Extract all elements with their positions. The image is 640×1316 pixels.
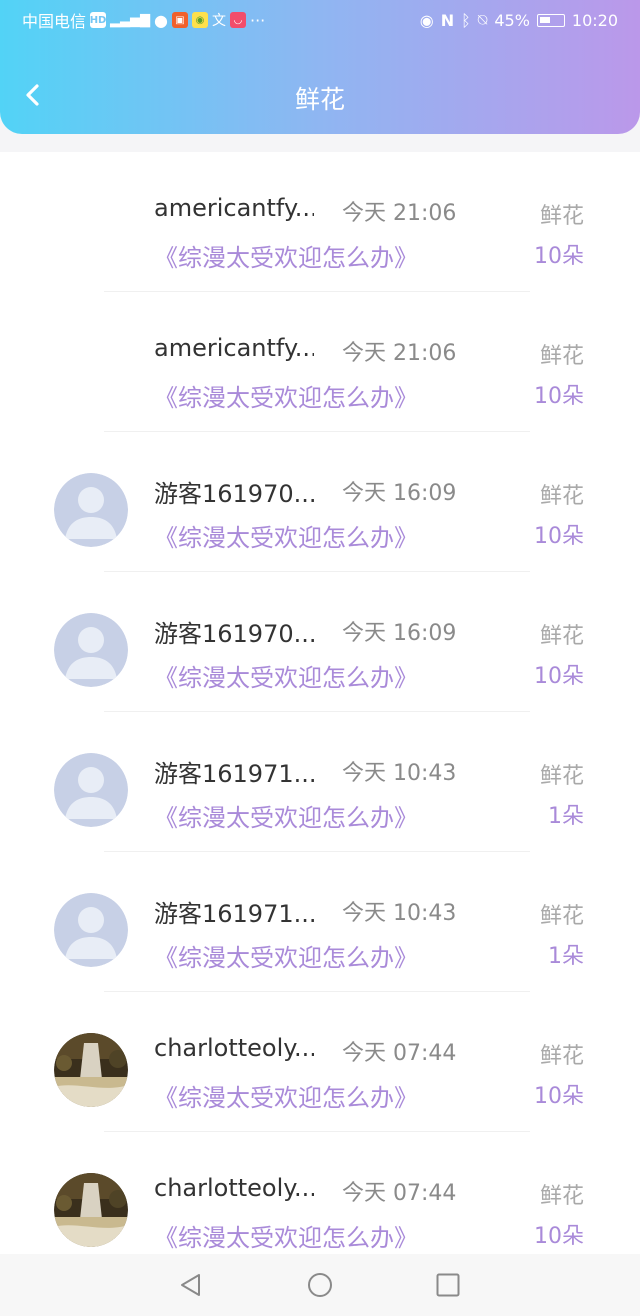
gift-count: 1朵	[548, 804, 584, 829]
user-name[interactable]: 游客161970...	[154, 614, 314, 649]
gift-count: 10朵	[534, 524, 584, 549]
timestamp: 今天 10:43	[342, 761, 457, 786]
timestamp: 今天 10:43	[342, 901, 457, 926]
novel-title[interactable]: 《综漫太受欢迎怎么办》	[154, 238, 418, 273]
novel-title[interactable]: 《综漫太受欢迎怎么办》	[154, 378, 418, 413]
novel-title[interactable]: 《综漫太受欢迎怎么办》	[154, 1078, 418, 1113]
app-notify-icon: ▣	[171, 12, 188, 28]
battery-percent: 45%	[494, 10, 530, 30]
gift-count: 10朵	[534, 244, 584, 269]
timestamp: 今天 07:44	[342, 1181, 457, 1206]
list-item[interactable]: americantfy... 今天 21:06 《综漫太受欢迎怎么办》 鲜花 10朵	[0, 152, 640, 292]
gift-count: 10朵	[534, 664, 584, 689]
clock: 10:20	[571, 10, 618, 30]
list-item[interactable]: charlotteoly... 今天 07:44 《综漫太受欢迎怎么办》 鲜花 10朵	[0, 992, 640, 1132]
translate-icon: 文	[211, 13, 226, 29]
user-name[interactable]: americantfy...	[154, 194, 314, 222]
nav-home-icon[interactable]	[307, 1272, 333, 1298]
novel-title[interactable]: 《综漫太受欢迎怎么办》	[154, 938, 418, 973]
mute-bell-icon: ⍉	[477, 10, 488, 29]
novel-title[interactable]: 《综漫太受欢迎怎么办》	[154, 518, 418, 553]
app-header: 中国电信 HD ▂▃▅▇ ● ▣ ◉ 文 ◡ ··· ◉ N ᛒ ⍉ 45% 1…	[0, 0, 640, 134]
avatar[interactable]	[54, 1033, 128, 1107]
status-bar: 中国电信 HD ▂▃▅▇ ● ▣ ◉ 文 ◡ ··· ◉ N ᛒ ⍉ 45% 1…	[22, 9, 618, 31]
user-name[interactable]: charlotteoly...	[154, 1034, 314, 1062]
user-name[interactable]: americantfy...	[154, 334, 314, 362]
gift-type: 鲜花	[539, 624, 584, 649]
gift-count: 10朵	[534, 1084, 584, 1109]
signal-icon: ▂▃▅▇	[110, 12, 151, 28]
novel-title[interactable]: 《综漫太受欢迎怎么办》	[154, 1218, 418, 1253]
app-face-icon: ◡	[229, 12, 246, 28]
list-item[interactable]: 游客161971... 今天 10:43 《综漫太受欢迎怎么办》 鲜花 1朵	[0, 712, 640, 852]
gift-type: 鲜花	[539, 1044, 584, 1069]
list-item[interactable]: 游客161970... 今天 16:09 《综漫太受欢迎怎么办》 鲜花 10朵	[0, 432, 640, 572]
timestamp: 今天 16:09	[342, 621, 457, 646]
hd-icon: HD	[90, 12, 106, 28]
avatar[interactable]	[54, 613, 128, 687]
timestamp: 今天 21:06	[342, 341, 457, 366]
avatar[interactable]	[54, 473, 128, 547]
novel-title[interactable]: 《综漫太受欢迎怎么办》	[154, 658, 418, 693]
eye-icon: ◉	[419, 10, 434, 30]
timestamp: 今天 07:44	[342, 1041, 457, 1066]
bluetooth-icon: ᛒ	[461, 10, 471, 30]
user-name[interactable]: 游客161971...	[154, 894, 314, 929]
avatar[interactable]	[54, 893, 128, 967]
gift-type: 鲜花	[539, 204, 584, 229]
more-notifications-icon: ···	[249, 10, 266, 30]
gift-type: 鲜花	[539, 344, 584, 369]
timestamp: 今天 21:06	[342, 201, 457, 226]
user-name[interactable]: 游客161970...	[154, 474, 314, 509]
avatar[interactable]	[54, 753, 128, 827]
carrier-label: 中国电信	[22, 12, 87, 31]
list-item[interactable]: americantfy... 今天 21:06 《综漫太受欢迎怎么办》 鲜花 10朵	[0, 292, 640, 432]
list-item[interactable]: 游客161970... 今天 16:09 《综漫太受欢迎怎么办》 鲜花 10朵	[0, 572, 640, 712]
nav-recents-icon[interactable]	[435, 1272, 461, 1298]
gift-type: 鲜花	[539, 1184, 584, 1209]
gift-count: 1朵	[548, 944, 584, 969]
timestamp: 今天 16:09	[342, 481, 457, 506]
nav-back-icon[interactable]	[178, 1272, 204, 1298]
battery-icon	[536, 13, 565, 27]
qq-icon: ●	[154, 10, 168, 30]
user-name[interactable]: 游客161971...	[154, 754, 314, 789]
gift-count: 10朵	[534, 384, 584, 409]
page-title: 鲜花	[294, 85, 345, 114]
nfc-icon: N	[440, 10, 455, 30]
list-item[interactable]: 游客161971... 今天 10:43 《综漫太受欢迎怎么办》 鲜花 1朵	[0, 852, 640, 992]
system-nav-bar	[0, 1254, 640, 1316]
gift-type: 鲜花	[539, 484, 584, 509]
gift-type: 鲜花	[539, 764, 584, 789]
flower-record-list: americantfy... 今天 21:06 《综漫太受欢迎怎么办》 鲜花 10朵 am…	[0, 152, 640, 1254]
user-name[interactable]: charlotteoly...	[154, 1174, 314, 1202]
novel-title[interactable]: 《综漫太受欢迎怎么办》	[154, 798, 418, 833]
gift-count: 10朵	[534, 1224, 584, 1249]
chat-notify-icon: ◉	[191, 12, 208, 28]
gift-type: 鲜花	[539, 904, 584, 929]
list-item[interactable]: charlotteoly... 今天 07:44 《综漫太受欢迎怎么办》 鲜花 10朵	[0, 1132, 640, 1254]
avatar[interactable]	[54, 1173, 128, 1247]
